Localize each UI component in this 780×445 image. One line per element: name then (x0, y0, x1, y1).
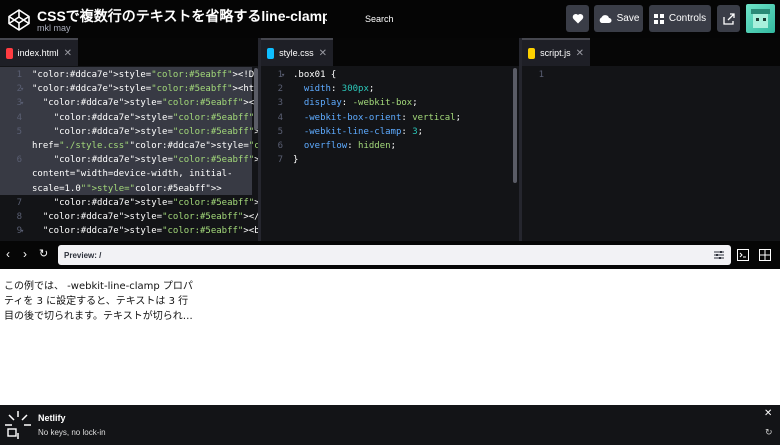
fold-arrow-icon[interactable]: ▾ (20, 85, 24, 93)
controls-button[interactable]: Controls (649, 5, 711, 32)
code-line: display: -webkit-box; (303, 98, 418, 109)
code-line: width: 300px; (303, 84, 375, 95)
css-scrollbar[interactable] (513, 68, 517, 183)
console-icon[interactable] (737, 249, 749, 261)
preview-url-text: Preview: / (64, 251, 102, 260)
line-number: 5 (16, 126, 22, 137)
html-code-editor[interactable]: 1 "color:#ddca7e">style="color:#5eabff"><… (0, 67, 258, 241)
preview-clamped-text: この例では、 -webkit-line-clamp プロパティを 3 に設定する… (4, 281, 193, 322)
close-icon[interactable]: ✕ (576, 48, 584, 59)
code-line: "color:#ddca7e">style="color:#5eabff"><h… (42, 98, 258, 109)
fold-arrow-icon[interactable]: ▾ (20, 227, 24, 235)
line-number: 1 (538, 70, 544, 80)
js-file-icon (528, 47, 536, 59)
close-icon[interactable]: ✕ (764, 408, 772, 419)
code-line: "color:#ddca7e">style="color:#5eabff"><b… (42, 226, 258, 237)
fold-arrow-icon[interactable]: ▾ (281, 71, 285, 79)
line-number: 6 (16, 155, 22, 166)
close-icon[interactable]: ✕ (64, 48, 72, 59)
code-line: "color:#ddca7e">style="color:#5eabff"><!… (32, 70, 258, 80)
code-line: "color:#ddca7e">style="color:#5eabff"><m… (53, 112, 258, 123)
save-button[interactable]: Save (594, 5, 643, 32)
css-file-icon (267, 47, 275, 59)
netlify-logo-icon (5, 411, 31, 439)
tab-js-label: script.js (540, 48, 571, 58)
code-line: "color:#ddca7e">style="color:#5eabff"><l… (53, 126, 258, 137)
grid-icon (653, 13, 664, 24)
tab-html[interactable]: index.html ✕ (0, 38, 78, 66)
like-button[interactable] (566, 5, 589, 32)
css-code-editor[interactable]: 1 ▾ .box01 {2 width: 300px; 3 display: -web… (261, 70, 519, 241)
refresh-icon[interactable]: ↻ (765, 427, 773, 438)
heart-icon (572, 13, 583, 24)
html-editor-pane: index.html ✕ 1 "color:#ddca7e">style="col… (0, 38, 258, 241)
notification-title: Netlify (38, 413, 66, 423)
tab-css[interactable]: style.css ✕ (261, 38, 333, 66)
code-line: "color:#ddca7e">style="color:#5eabff"></… (42, 212, 258, 222)
code-line: -webkit-box-orient: vertical; (303, 112, 462, 123)
share-icon (722, 12, 735, 25)
line-number: 1 (16, 70, 22, 80)
pen-title: CSSで複数行のテキストを省略するline-clampの使… (37, 8, 327, 24)
search-link[interactable]: Search (365, 14, 394, 24)
close-icon[interactable]: ✕ (319, 48, 327, 59)
cloud-icon (599, 14, 612, 23)
line-number: 2 (277, 84, 283, 95)
tab-css-label: style.css (279, 48, 314, 58)
line-number: 5 (277, 126, 283, 137)
avatar[interactable] (746, 4, 775, 33)
sponsor-notification: Netlify No keys, no lock-in ✕ ↻ (0, 405, 780, 445)
line-number: 8 (16, 212, 22, 222)
preview-url-field[interactable]: Preview: / (58, 245, 731, 265)
js-code-editor[interactable]: 1 (522, 70, 780, 241)
line-number: 7 (16, 197, 22, 208)
avatar-face-icon (751, 9, 770, 28)
save-button-label: Save (616, 13, 640, 24)
preview-toolbar: ‹ › ↻ Preview: / (0, 241, 780, 269)
top-bar: CSSで複数行のテキストを省略するline-clampの使… mkl may S… (0, 0, 780, 38)
editor-area: index.html ✕ 1 "color:#ddca7e">style="col… (0, 38, 780, 241)
tab-js[interactable]: script.js ✕ (522, 38, 590, 66)
code-line: -webkit-line-clamp: 3; (303, 126, 424, 137)
code-line: content="width=device-width, initial- (32, 169, 233, 180)
line-number: 7 (277, 155, 283, 166)
code-line: "color:#ddca7e">style="color:#5eabff"><t… (53, 197, 258, 208)
line-number: 6 (277, 141, 283, 151)
layout-icon[interactable] (759, 249, 771, 261)
css-editor-pane: style.css ✕ 1 ▾ .box01 {2 width: 300px; 3 d… (261, 38, 519, 241)
notification-subtitle: No keys, no lock-in (38, 428, 106, 437)
refresh-icon[interactable]: ↻ (39, 247, 48, 260)
line-number: 4 (277, 112, 283, 123)
codepen-logo-icon[interactable] (7, 8, 31, 32)
tab-html-label: index.html (17, 48, 59, 58)
code-line: scale=1.0"">style="color:#5eabff">> (32, 183, 222, 194)
code-line: } (293, 155, 299, 166)
code-line: "color:#ddca7e">style="color:#5eabff"><h… (32, 84, 258, 95)
code-line: overflow: hidden; (303, 141, 396, 151)
js-editor-pane: script.js ✕ 1 (522, 38, 780, 241)
sliders-icon[interactable] (714, 250, 724, 260)
share-button[interactable] (717, 5, 740, 32)
controls-button-label: Controls (668, 13, 707, 24)
html-file-icon (6, 47, 13, 59)
line-number: 4 (16, 112, 22, 123)
back-icon[interactable]: ‹ (6, 247, 10, 261)
forward-icon[interactable]: › (23, 247, 27, 261)
fold-arrow-icon[interactable]: ▾ (20, 99, 24, 107)
code-line: "color:#ddca7e">style="color:#5eabff"><m… (53, 155, 258, 166)
author-name[interactable]: mkl may (37, 23, 71, 33)
line-number: 3 (277, 98, 283, 109)
preview-frame[interactable]: この例では、 -webkit-line-clamp プロパティを 3 に設定する… (0, 269, 780, 405)
code-line: href="./style.css""color:#ddca7e">style=… (32, 141, 258, 151)
code-line: .box01 { (293, 70, 337, 80)
